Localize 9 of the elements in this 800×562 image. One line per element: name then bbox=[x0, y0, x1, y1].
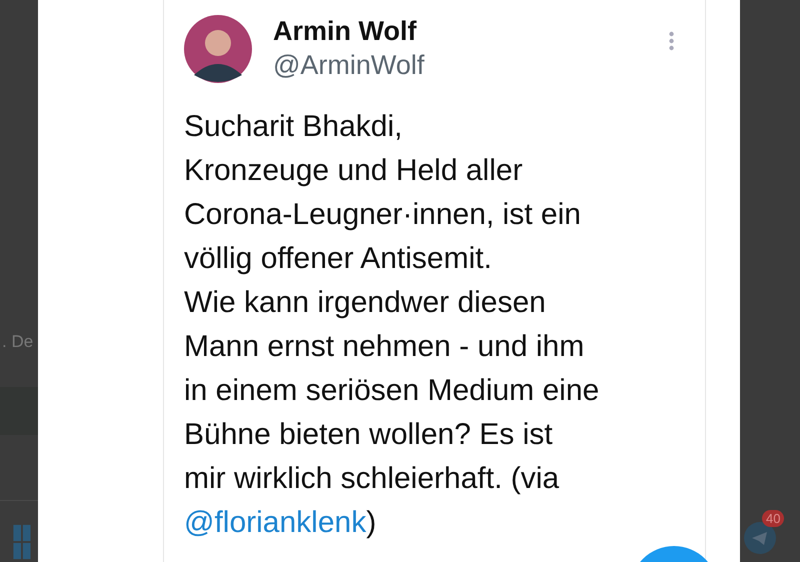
background-text: . De bbox=[2, 332, 34, 353]
author-name: Armin Wolf bbox=[273, 15, 418, 47]
notification-badge: 40 bbox=[762, 510, 784, 527]
author-handle: @ArminWolf bbox=[273, 49, 424, 82]
mention-link[interactable]: @florianklenk bbox=[184, 506, 366, 539]
paper-plane-icon[interactable] bbox=[744, 522, 776, 554]
tweet-text: Sucharit Bhakdi, Kronzeuge und Held aller Corona-Leugner·innen, ist ein völlig offener Antisemit. Wie kann irgendwer diesen Mann ernst nehmen - und ihm in einem seriösen Medium eine Bühne bieten wollen? Es ist mir wirklich schleierhaft. (via @florianklenk) bbox=[184, 109, 600, 541]
avatar bbox=[184, 15, 252, 83]
more-options-icon[interactable] bbox=[668, 31, 675, 51]
